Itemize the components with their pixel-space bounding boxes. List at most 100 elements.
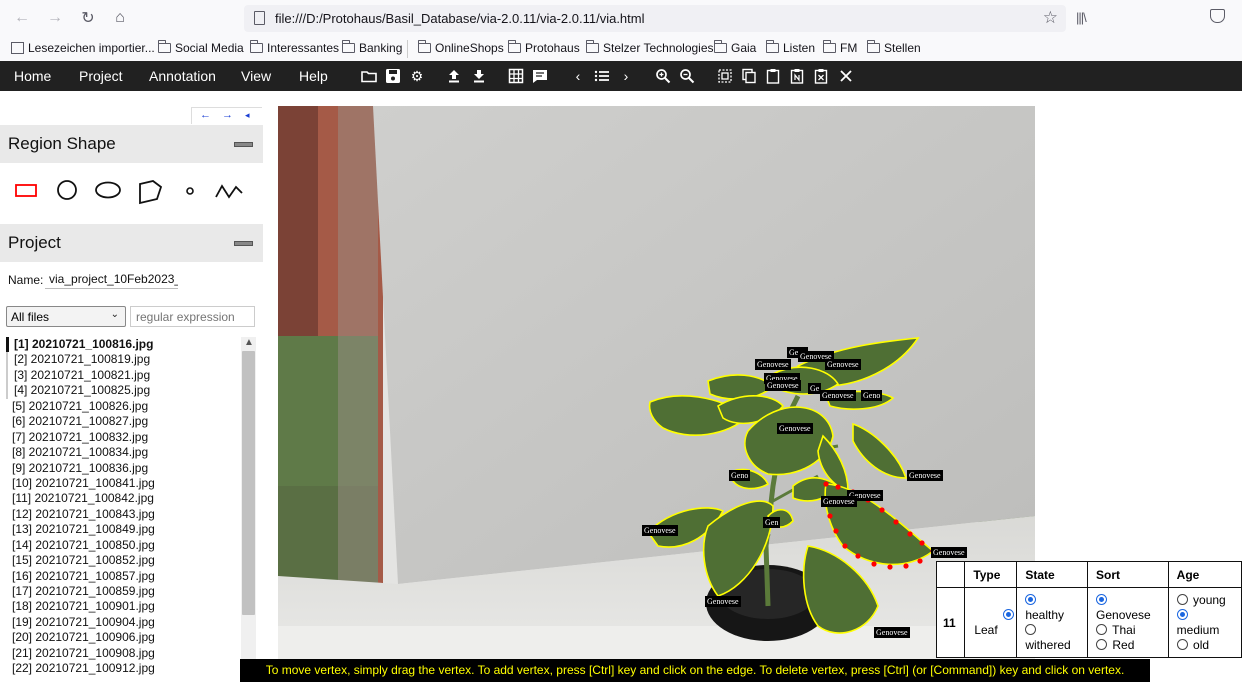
radio-button[interactable] [1096, 638, 1108, 650]
download-icon[interactable] [470, 67, 488, 85]
region-label[interactable]: Genovese [825, 359, 861, 370]
radio-button[interactable] [1025, 623, 1037, 635]
region-label[interactable]: Genovese [820, 390, 856, 401]
bookmark-import[interactable]: Lesezeichen importier... [11, 41, 155, 55]
menu-help[interactable]: Help [299, 68, 328, 84]
menu-view[interactable]: View [241, 68, 271, 84]
file-list-item[interactable]: [20] 20210721_100906.jpg [6, 630, 240, 645]
menu-project[interactable]: Project [79, 68, 123, 84]
ellipse-shape-icon[interactable] [94, 179, 124, 201]
file-list-item[interactable]: [16] 20210721_100857.jpg [6, 569, 240, 584]
bookmark-stelzer[interactable]: Stelzer Technologies [586, 40, 714, 55]
file-list-item[interactable]: [10] 20210721_100841.jpg [6, 476, 240, 491]
sort-option-thai[interactable]: Thai [1096, 623, 1168, 638]
library-icon[interactable]: |||\ [1076, 10, 1087, 25]
file-list-scrollbar[interactable]: ▲ [241, 337, 256, 682]
paste-delete-icon[interactable] [812, 67, 830, 85]
collapse-icon[interactable] [234, 241, 253, 246]
collapse-panel-icon[interactable]: ◂ [245, 110, 250, 121]
paste-icon[interactable] [764, 67, 782, 85]
image-canvas[interactable]: Geno Genovese Genovese Genovese Genovese… [278, 106, 1035, 659]
forward-arrow-icon[interactable]: → [44, 7, 66, 29]
bookmark-protohaus[interactable]: Protohaus [508, 40, 580, 55]
region-label[interactable]: Genovese [821, 496, 857, 507]
radio-button[interactable] [1096, 593, 1108, 605]
file-filter-select[interactable]: All files ⌄ [6, 306, 126, 327]
radio-button[interactable] [1025, 593, 1037, 605]
bookmark-social-media[interactable]: Social Media [158, 40, 244, 55]
menu-home[interactable]: Home [14, 68, 51, 84]
delete-close-icon[interactable] [837, 67, 855, 85]
file-list-item[interactable]: [19] 20210721_100904.jpg [6, 615, 240, 630]
file-list-item[interactable]: [2] 20210721_100819.jpg [6, 352, 240, 368]
region-label[interactable]: Genovese [755, 359, 791, 370]
file-list-item[interactable]: [18] 20210721_100901.jpg [6, 599, 240, 614]
file-list-item[interactable]: [21] 20210721_100908.jpg [6, 646, 240, 661]
region-label[interactable]: Gen [763, 517, 781, 528]
zoom-out-icon[interactable] [678, 67, 696, 85]
file-list-item[interactable]: [4] 20210721_100825.jpg [6, 383, 240, 399]
type-radio-leaf[interactable] [973, 608, 1016, 623]
file-list-item[interactable]: [7] 20210721_100832.jpg [6, 430, 240, 445]
bookmark-listen[interactable]: Listen [766, 40, 815, 55]
pocket-icon[interactable] [1210, 9, 1225, 23]
radio-button[interactable] [1176, 593, 1188, 605]
bookmark-onlineshops[interactable]: OnlineShops [418, 40, 504, 55]
url-bar[interactable]: file:///D:/Protohaus/Basil_Database/via-… [244, 5, 1066, 32]
project-name-input[interactable] [45, 269, 178, 289]
file-list-item[interactable]: [1] 20210721_100816.jpg [6, 337, 240, 353]
file-list-item[interactable]: [22] 20210721_100912.jpg [6, 661, 240, 676]
grid-view-icon[interactable] [507, 67, 525, 85]
scroll-up-icon[interactable]: ▲ [244, 337, 254, 348]
state-option-healthy[interactable] [1025, 593, 1087, 608]
region-label[interactable]: Genovese [907, 470, 943, 481]
open-folder-icon[interactable] [360, 67, 378, 85]
upload-icon[interactable] [445, 67, 463, 85]
circle-shape-icon[interactable] [55, 179, 81, 201]
region-label[interactable]: Genovese [931, 547, 967, 558]
region-label[interactable]: Geno [729, 470, 751, 481]
comment-icon[interactable] [531, 67, 549, 85]
age-option-young[interactable]: young [1176, 593, 1241, 608]
file-list-item[interactable]: [13] 20210721_100849.jpg [6, 522, 240, 537]
collapse-icon[interactable] [234, 142, 253, 147]
bookmark-star-icon[interactable]: ☆ [1043, 8, 1058, 28]
age-option-old[interactable]: old [1176, 638, 1241, 653]
select-all-icon[interactable] [716, 67, 734, 85]
sort-option-genovese[interactable] [1096, 593, 1168, 608]
back-arrow-icon[interactable]: ← [11, 7, 33, 29]
region-label[interactable]: Genovese [777, 423, 813, 434]
home-icon[interactable]: ⌂ [109, 7, 131, 29]
region-label[interactable]: Geno [861, 390, 883, 401]
scrollbar-thumb[interactable] [242, 351, 255, 615]
bookmark-interessantes[interactable]: Interessantes [250, 40, 339, 55]
bookmark-stellen[interactable]: Stellen [867, 40, 921, 55]
chevron-right-icon[interactable]: › [617, 67, 635, 85]
settings-gear-icon[interactable]: ⚙ [408, 67, 426, 85]
radio-button[interactable] [1176, 638, 1188, 650]
file-list-item[interactable]: [9] 20210721_100836.jpg [6, 461, 240, 476]
annotated-image[interactable] [278, 106, 1035, 659]
file-list-item[interactable]: [8] 20210721_100834.jpg [6, 445, 240, 460]
file-list-item[interactable]: [5] 20210721_100826.jpg [6, 399, 240, 414]
chevron-left-icon[interactable]: ‹ [569, 67, 587, 85]
menu-annotation[interactable]: Annotation [149, 68, 216, 84]
file-list-item[interactable]: [17] 20210721_100859.jpg [6, 584, 240, 599]
polyline-shape-icon[interactable] [214, 179, 244, 201]
radio-button[interactable] [1176, 608, 1188, 620]
rectangle-shape-icon[interactable] [14, 179, 40, 201]
file-list-item[interactable]: [11] 20210721_100842.jpg [6, 491, 240, 506]
copy-icon[interactable] [740, 67, 758, 85]
file-list-item[interactable]: [14] 20210721_100850.jpg [6, 538, 240, 553]
url-text[interactable]: file:///D:/Protohaus/Basil_Database/via-… [275, 11, 644, 26]
region-shape-header[interactable]: Region Shape [0, 125, 263, 163]
project-header[interactable]: Project [0, 224, 263, 262]
reload-icon[interactable]: ↻ [77, 7, 99, 29]
bookmark-fm[interactable]: FM [823, 40, 857, 55]
bookmark-gaia[interactable]: Gaia [714, 40, 756, 55]
sort-option-red[interactable]: Red [1096, 638, 1168, 653]
file-list-item[interactable]: [3] 20210721_100821.jpg [6, 367, 240, 384]
file-list-item[interactable]: [15] 20210721_100852.jpg [6, 553, 240, 568]
region-label[interactable]: Genovese [642, 525, 678, 536]
age-option-medium[interactable] [1176, 608, 1241, 623]
